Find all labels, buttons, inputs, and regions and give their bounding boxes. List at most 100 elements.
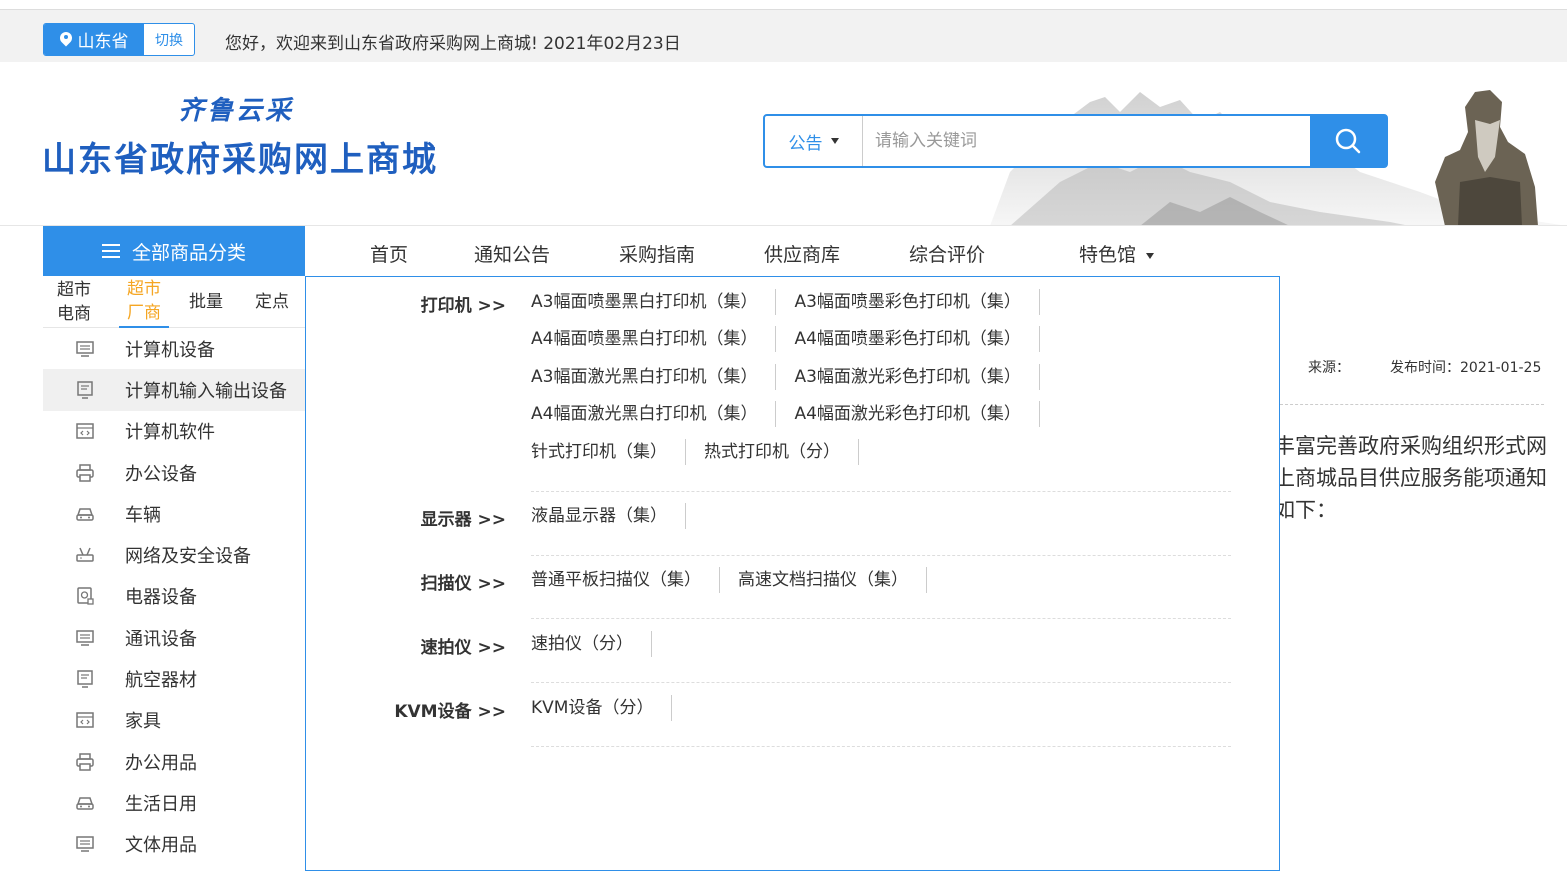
dropdown-group-items: KVM设备（分） [531, 689, 1231, 727]
sidebar-category-label: 通讯设备 [125, 628, 197, 650]
tab-designated[interactable]: 定点 [251, 276, 293, 328]
sidebar-category-label: 计算机设备 [125, 339, 215, 361]
dropdown-group-items: 普通平板扫描仪（集） 高速文档扫描仪（集） [531, 561, 1231, 599]
dropdown-divider [531, 555, 1231, 556]
sidebar-category-item[interactable]: 办公用品 [43, 741, 305, 782]
sidebar-category-label: 网络及安全设备 [125, 546, 251, 568]
caret-down-icon [1146, 252, 1155, 259]
sidebar-category-label: 生活日用 [125, 793, 197, 815]
dropdown-row: A3幅面喷墨黑白打印机（集） A3幅面喷墨彩色打印机（集） [531, 283, 1231, 321]
sidebar-category-item[interactable]: 家具 [43, 700, 305, 741]
nav-featured[interactable]: 特色馆 [1079, 240, 1155, 267]
sidebar-category-item[interactable]: 航空器材 [43, 658, 305, 699]
dropdown-divider [531, 682, 1231, 683]
sidebar-category-item[interactable]: 计算机设备 [43, 328, 305, 369]
dropdown-group-title[interactable]: KVM设备 >> [306, 697, 506, 722]
nav-notices[interactable]: 通知公告 [474, 240, 550, 267]
category-sidebar: 超市 电商 超市 厂商 批量 定点 计算机设备计算机输入输出设备计算机软件 办公设… [43, 276, 305, 877]
dropdown-group-title[interactable]: 显示器 >> [306, 505, 506, 530]
all-categories-button[interactable]: 全部商品分类 [43, 226, 305, 276]
dropdown-item-link[interactable]: A3幅面喷墨彩色打印机（集） [794, 288, 1040, 315]
nav-suppliers[interactable]: 供应商库 [764, 240, 840, 267]
sidebar-category-label: 计算机输入输出设备 [125, 380, 287, 402]
category-dropdown-panel: 打印机 >> A3幅面喷墨黑白打印机（集） A3幅面喷墨彩色打印机（集） A4幅面喷墨… [305, 276, 1280, 871]
dropdown-row: 普通平板扫描仪（集） 高速文档扫描仪（集） [531, 561, 1231, 599]
dropdown-row: A4幅面激光黑白打印机（集） A4幅面激光彩色打印机（集） [531, 396, 1231, 434]
search-bar: 公告 [763, 114, 1388, 168]
monitor-icon [75, 628, 95, 648]
menu-icon [101, 244, 120, 258]
software-icon [75, 421, 95, 441]
switch-region-button[interactable]: 切换 [144, 24, 194, 55]
dropdown-row: 速拍仪（分） [531, 625, 1231, 663]
site-logo[interactable]: 山东省政府采购网上商城 [42, 132, 438, 181]
sidebar-category-item[interactable]: 生活日用 [43, 782, 305, 823]
dropdown-item-link[interactable]: A3幅面激光黑白打印机（集） [531, 363, 777, 390]
sidebar-category-item[interactable]: 车辆 [43, 493, 305, 534]
sidebar-category-item[interactable]: 网络及安全设备 [43, 534, 305, 575]
sidebar-category-label: 家具 [125, 711, 161, 733]
dropdown-group-items: 速拍仪（分） [531, 625, 1231, 663]
logo-subtitle: 齐鲁云采 [178, 96, 295, 126]
search-input[interactable] [863, 116, 1310, 166]
dropdown-group-title[interactable]: 扫描仪 >> [306, 569, 506, 594]
io-device-icon [75, 669, 95, 689]
dropdown-item-link[interactable]: 针式打印机（集） [531, 438, 686, 465]
article-divider [1280, 404, 1544, 405]
dropdown-group-title[interactable]: 速拍仪 >> [306, 633, 506, 658]
sidebar-category-item[interactable]: 计算机输入输出设备 [43, 369, 305, 411]
site-header: 齐鲁云采 山东省政府采购网上商城 公告 [0, 62, 1567, 226]
sidebar-category-item[interactable]: 计算机软件 [43, 411, 305, 452]
sidebar-category-label: 航空器材 [125, 670, 197, 692]
dropdown-group-title[interactable]: 打印机 >> [306, 291, 506, 316]
tab-bulk[interactable]: 批量 [185, 276, 227, 328]
nav-guide[interactable]: 采购指南 [619, 240, 695, 267]
monitor-icon [75, 339, 95, 359]
dropdown-divider [531, 491, 1231, 492]
welcome-text: 您好，欢迎来到山东省政府采购网上商城! 2021年02月23日 [225, 34, 681, 54]
dropdown-row: 液晶显示器（集） [531, 497, 1231, 535]
region-selector[interactable]: 山东省 切换 [43, 23, 195, 56]
car-icon [75, 793, 95, 813]
dropdown-item-link[interactable]: A3幅面激光彩色打印机（集） [794, 363, 1040, 390]
sidebar-category-item[interactable]: 通讯设备 [43, 617, 305, 658]
dropdown-item-link[interactable]: A4幅面激光黑白打印机（集） [531, 401, 777, 428]
dropdown-item-link[interactable]: A4幅面激光彩色打印机（集） [794, 401, 1040, 428]
dropdown-row: KVM设备（分） [531, 689, 1231, 727]
dropdown-item-link[interactable]: 速拍仪（分） [531, 630, 652, 657]
dropdown-row: 针式打印机（集） 热式打印机（分） [531, 433, 1231, 471]
dropdown-divider [531, 618, 1231, 619]
nav-evaluation[interactable]: 综合评价 [909, 240, 985, 267]
monitor-icon [75, 834, 95, 854]
dropdown-row: A4幅面喷墨黑白打印机（集） A4幅面喷墨彩色打印机（集） [531, 321, 1231, 359]
dropdown-divider [531, 746, 1231, 747]
all-categories-label: 全部商品分类 [131, 241, 246, 264]
top-bar: 山东省 切换 您好，欢迎来到山东省政府采购网上商城! 2021年02月23日 [0, 10, 1567, 62]
caret-down-icon [830, 138, 839, 144]
search-category-label: 公告 [788, 133, 823, 154]
dropdown-group-items: A3幅面喷墨黑白打印机（集） A3幅面喷墨彩色打印机（集） A4幅面喷墨黑白打印机（… [531, 283, 1231, 471]
sidebar-category-item[interactable]: 办公设备 [43, 452, 305, 493]
article-publish-time: 发布时间：2021-01-25 [1390, 360, 1542, 376]
sidebar-category-label: 办公用品 [125, 752, 197, 774]
sidebar-category-label: 车辆 [125, 504, 161, 526]
tab-supermarket-manufacturer[interactable]: 超市 厂商 [119, 276, 169, 328]
sidebar-tabs: 超市 电商 超市 厂商 批量 定点 [43, 276, 305, 328]
search-button[interactable] [1310, 116, 1386, 166]
tab-supermarket-ecommerce[interactable]: 超市 电商 [51, 276, 97, 328]
search-category-select[interactable]: 公告 [765, 116, 863, 166]
dropdown-item-link[interactable]: KVM设备（分） [531, 694, 673, 721]
dropdown-item-link[interactable]: A4幅面喷墨黑白打印机（集） [531, 326, 777, 353]
software-icon [75, 710, 95, 730]
nav-home[interactable]: 首页 [370, 240, 408, 267]
location-pin-icon [60, 32, 72, 48]
dropdown-item-link[interactable]: A4幅面喷墨彩色打印机（集） [794, 326, 1040, 353]
dropdown-item-link[interactable]: 热式打印机（分） [704, 438, 859, 465]
region-current[interactable]: 山东省 [44, 24, 144, 55]
dropdown-item-link[interactable]: A3幅面喷墨黑白打印机（集） [531, 288, 777, 315]
dropdown-item-link[interactable]: 高速文档扫描仪（集） [738, 566, 927, 593]
dropdown-item-link[interactable]: 普通平板扫描仪（集） [531, 566, 720, 593]
dropdown-item-link[interactable]: 液晶显示器（集） [531, 502, 686, 529]
sidebar-category-item[interactable]: 电器设备 [43, 576, 305, 617]
sidebar-category-item[interactable]: 文体用品 [43, 824, 305, 865]
